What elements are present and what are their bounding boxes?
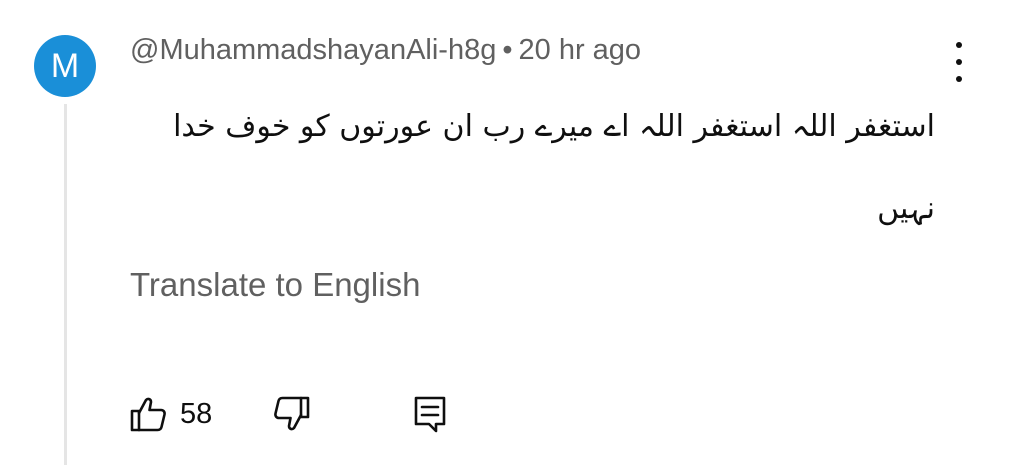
author-handle[interactable]: @MuhammadshayanAli-h8g (130, 34, 496, 66)
thumbs-down-icon[interactable] (272, 394, 312, 434)
avatar[interactable]: M (34, 35, 96, 97)
comment-actions: 58 (128, 392, 450, 436)
comment-header: @MuhammadshayanAli-h8g • 20 hr ago (130, 34, 641, 67)
menu-dot (956, 76, 962, 82)
translate-link[interactable]: Translate to English (130, 266, 420, 304)
comment-text: استغفر اللہ استغفر اللہ اے میرے رب ان عو… (173, 109, 935, 226)
like-count: 58 (180, 397, 213, 430)
vertical-dots-icon[interactable] (948, 42, 970, 82)
timestamp: 20 hr ago (518, 34, 642, 66)
separator-dot: • (502, 34, 513, 66)
thumbs-up-icon[interactable] (128, 394, 168, 434)
thread-line (64, 104, 67, 465)
menu-dot (956, 42, 962, 48)
menu-dot (956, 59, 962, 65)
reply-comment-icon[interactable] (410, 394, 450, 434)
